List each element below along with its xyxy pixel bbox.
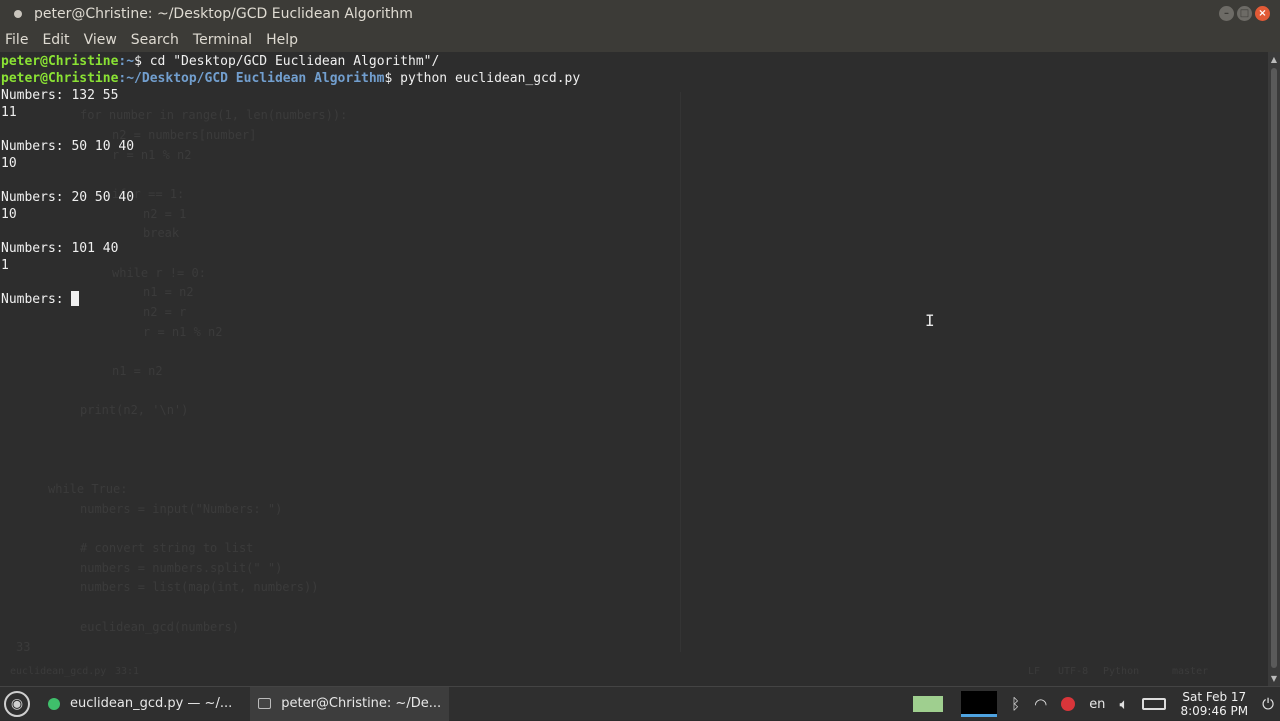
system-tray: ᛒ ◠ en 🔈︎ Sat Feb 17 8:09:46 PM ⏻ (909, 687, 1280, 721)
close-icon[interactable]: × (1255, 6, 1270, 21)
wifi-icon[interactable]: ◠ (1034, 695, 1047, 713)
task-terminal[interactable]: peter@Christine: ~/De... (250, 686, 450, 721)
task-label: euclidean_gcd.py — ~/... (70, 696, 233, 711)
output-line: Numbers: 50 10 40 (1, 139, 135, 154)
task-label: peter@Christine: ~/De... (281, 696, 442, 711)
ghost-line: while True: (48, 482, 128, 496)
terminal-area[interactable]: for number in range(1, len(numbers)): n2… (0, 52, 1268, 686)
menu-bar: File Edit View Search Terminal Help (0, 27, 1280, 52)
ghost-line: euclidean_gcd(numbers) (80, 620, 239, 634)
maximize-icon[interactable]: □ (1237, 6, 1252, 21)
ghost-ruler (680, 92, 681, 652)
ghost-line: print(n2, '\n') (80, 403, 189, 417)
ghost-line: n1 = n2 (112, 364, 163, 378)
battery-icon[interactable] (1142, 698, 1167, 710)
clock[interactable]: Sat Feb 17 8:09:46 PM (1180, 690, 1248, 718)
volume-icon[interactable]: 🔈︎ (1119, 695, 1128, 713)
window-title: peter@Christine: ~/Desktop/GCD Euclidean… (34, 5, 413, 22)
text-cursor (71, 291, 80, 306)
ibeam-cursor-icon: I (925, 311, 935, 330)
menu-terminal[interactable]: Terminal (186, 32, 259, 48)
ghost-statusbar-branch: master (1172, 666, 1209, 677)
task-editor[interactable]: euclidean_gcd.py — ~/... (40, 687, 240, 721)
ghost-statusbar-lang: Python (1103, 666, 1140, 677)
ghost-statusbar-encoding: UTF-8 (1058, 666, 1089, 677)
terminal-line: peter@Christine:~/Desktop/GCD Euclidean … (1, 70, 580, 87)
output-line: 1 (1, 258, 9, 273)
output-line: 10 (1, 207, 17, 222)
terminal-scrollbar[interactable]: ▲ ▼ (1268, 52, 1280, 686)
minimize-icon[interactable]: – (1219, 6, 1234, 21)
power-icon[interactable]: ⏻ (1262, 695, 1274, 713)
prompt-user: peter@Christine (1, 71, 119, 86)
current-prompt: Numbers: (1, 292, 72, 307)
start-menu-icon[interactable]: ◉ (4, 690, 30, 717)
ghost-line: numbers = input("Numbers: ") (80, 502, 283, 516)
terminal-line: peter@Christine:~$ cd "Desktop/GCD Eucli… (1, 53, 580, 70)
scrollbar-thumb[interactable] (1271, 68, 1277, 668)
terminal-icon (258, 698, 272, 709)
scroll-down-icon[interactable]: ▼ (1270, 674, 1278, 683)
scroll-up-icon[interactable]: ▲ (1270, 55, 1278, 64)
output-line: 10 (1, 156, 17, 171)
workspace-2[interactable] (961, 691, 998, 717)
output-line: Numbers: 20 50 40 (1, 190, 135, 205)
prompt-user: peter@Christine (1, 54, 119, 69)
output-line: Numbers: 101 40 (1, 241, 119, 256)
window-controls: – □ × (1219, 6, 1270, 21)
window-pin-icon[interactable] (14, 9, 22, 18)
window-titlebar[interactable]: peter@Christine: ~/Desktop/GCD Euclidean… (0, 0, 1280, 27)
menu-view[interactable]: View (77, 32, 124, 48)
menu-file[interactable]: File (0, 32, 35, 48)
bluetooth-icon[interactable]: ᛒ (1011, 695, 1020, 713)
clock-time: 8:09:46 PM (1180, 704, 1249, 718)
ghost-line: r = n1 % n2 (143, 325, 223, 339)
command-text: $ cd "Desktop/GCD Euclidean Algorithm"/ (134, 54, 440, 69)
taskbar: ◉ euclidean_gcd.py — ~/... peter@Christi… (0, 686, 1280, 721)
keyboard-layout[interactable]: en (1089, 697, 1105, 712)
ghost-line: # convert string to list (80, 541, 254, 555)
ghost-statusbar-pos: 33:1 (115, 666, 140, 677)
command-text: $ python euclidean_gcd.py (384, 71, 581, 86)
ghost-statusbar-eol: LF (1028, 666, 1041, 677)
atom-editor-icon (48, 697, 60, 710)
output-line: 11 (1, 105, 17, 120)
menu-help[interactable]: Help (259, 32, 305, 48)
output-line: Numbers: 132 55 (1, 88, 119, 103)
terminal-output: peter@Christine:~$ cd "Desktop/GCD Eucli… (1, 53, 580, 308)
prompt-path: :~ (118, 54, 135, 69)
workspace-1[interactable] (913, 696, 944, 712)
ghost-statusbar-file: euclidean_gcd.py (10, 666, 107, 677)
menu-edit[interactable]: Edit (35, 32, 76, 48)
current-prompt-line[interactable]: Numbers: (1, 291, 580, 308)
record-icon[interactable] (1061, 697, 1076, 711)
menu-search[interactable]: Search (124, 32, 186, 48)
ghost-line-number: 33 (16, 640, 31, 654)
prompt-path: :~/Desktop/GCD Euclidean Algorithm (118, 71, 385, 86)
ghost-line: numbers = numbers.split(" ") (80, 561, 283, 575)
clock-day: Sat Feb 17 (1182, 690, 1247, 704)
ghost-line: numbers = list(map(int, numbers)) (80, 580, 319, 594)
